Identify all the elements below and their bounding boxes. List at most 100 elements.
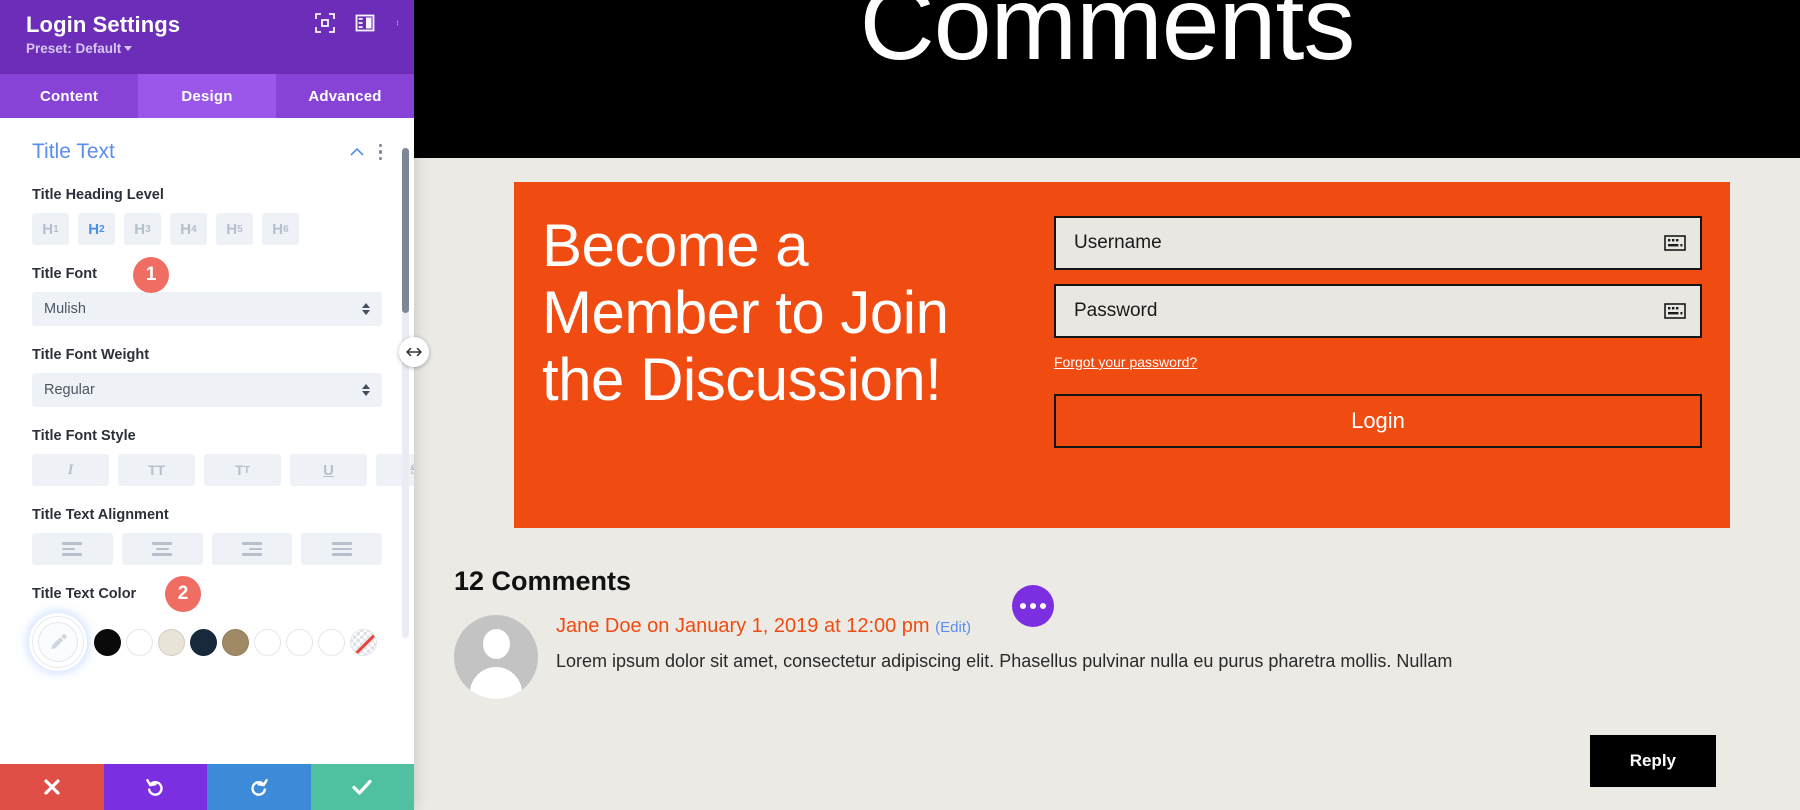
heading-level-h4[interactable]: H4: [170, 213, 207, 245]
fullscreen-icon[interactable]: [315, 13, 335, 33]
eyedropper-button[interactable]: [32, 616, 84, 668]
more-options-icon[interactable]: [395, 13, 400, 33]
color-swatch-cream[interactable]: [158, 628, 185, 656]
heading-level-h1[interactable]: H1: [32, 213, 69, 245]
title-font-weight-select[interactable]: Regular: [32, 373, 382, 407]
keyboard-icon: [1664, 235, 1686, 251]
chevron-up-icon[interactable]: [349, 144, 365, 160]
cancel-button[interactable]: [0, 764, 104, 810]
color-swatch-empty-3[interactable]: [318, 628, 345, 656]
redo-button[interactable]: [207, 764, 311, 810]
chevron-down-icon: [124, 46, 133, 51]
panel-preset-label: Preset: Default: [26, 41, 122, 56]
section-header-title-text[interactable]: Title Text: [32, 140, 382, 164]
smallcaps-icon[interactable]: TT: [204, 454, 281, 486]
comment-text: Lorem ipsum dolor sit amet, consectetur …: [556, 651, 1453, 671]
field-label-title-text-color: Title Text Color: [32, 586, 137, 602]
tab-design[interactable]: Design: [138, 74, 276, 118]
color-swatch-navy[interactable]: [190, 628, 217, 656]
field-label-heading-level: Title Heading Level: [32, 187, 164, 203]
title-font-select[interactable]: Mulish: [32, 292, 382, 326]
align-right-icon[interactable]: [211, 533, 293, 565]
comment-item: Jane Doe on January 1, 2019 at 12:00 pm …: [454, 585, 1800, 699]
panel-resize-handle[interactable]: [399, 337, 429, 367]
login-cta-module: Become a Member to Join the Discussion! …: [514, 182, 1730, 528]
comment-edit-link[interactable]: (Edit): [935, 619, 971, 636]
hero-title: Comments: [859, 0, 1356, 82]
field-label-title-text-alignment: Title Text Alignment: [32, 507, 169, 523]
align-justify-icon[interactable]: [301, 533, 382, 565]
cta-heading: Become a Member to Join the Discussion!: [542, 212, 949, 413]
chevron-updown-icon: [362, 384, 370, 396]
cta-text-column: Become a Member to Join the Discussion!: [542, 208, 1012, 413]
field-title-text-color: Title Text Color 2: [32, 576, 382, 668]
field-title-font-weight: Title Font Weight Regular: [32, 346, 382, 407]
uppercase-icon[interactable]: TT: [118, 454, 195, 486]
panel-body: Title Text Title Heading Level H1 H2 H3: [0, 118, 414, 764]
divi-builder-screen: Comments Become a Member to Join the Dis…: [0, 0, 1800, 810]
save-button[interactable]: [310, 764, 414, 810]
username-placeholder: Username: [1074, 232, 1162, 253]
field-label-title-font-style: Title Font Style: [32, 428, 136, 444]
panel-footer: [0, 764, 414, 810]
keyboard-icon: [1664, 303, 1686, 319]
login-form-column: Username Password Forgot your password? …: [1012, 208, 1702, 448]
login-button[interactable]: Login: [1054, 394, 1702, 448]
panel-tabs: Content Design Advanced: [0, 74, 414, 118]
step-badge-1: 1: [133, 257, 169, 293]
avatar: [454, 615, 538, 699]
vertical-dots-icon[interactable]: [378, 143, 382, 161]
module-settings-panel: Login Settings Preset: Default Content D…: [0, 0, 414, 810]
tab-content[interactable]: Content: [0, 74, 138, 118]
undo-icon: [146, 779, 163, 796]
underline-icon[interactable]: U: [290, 454, 367, 486]
font-style-options: I TT TT U S: [32, 454, 414, 486]
close-icon: [44, 779, 60, 795]
section-title: Title Text: [32, 140, 115, 163]
align-center-icon[interactable]: [121, 533, 203, 565]
tab-advanced[interactable]: Advanced: [276, 74, 414, 118]
undo-button[interactable]: [103, 764, 207, 810]
reply-button[interactable]: Reply: [1589, 735, 1716, 787]
panel-scrollbar[interactable]: [402, 148, 409, 638]
panel-header: Login Settings Preset: Default: [0, 0, 414, 74]
align-left-icon[interactable]: [32, 533, 113, 565]
color-swatch-tan[interactable]: [222, 628, 249, 656]
color-swatch-empty-2[interactable]: [286, 628, 313, 656]
no-color-icon[interactable]: [350, 628, 377, 656]
heading-level-h3[interactable]: H3: [124, 213, 161, 245]
comment-body: Jane Doe on January 1, 2019 at 12:00 pm …: [538, 585, 1800, 699]
heading-level-h6[interactable]: H6: [262, 213, 299, 245]
layout-toggle-icon[interactable]: [355, 13, 375, 33]
field-label-title-font: Title Font: [32, 266, 97, 282]
italic-icon[interactable]: I: [32, 454, 109, 486]
field-title-heading-level: Title Heading Level H1 H2 H3 H4 H5 H6: [32, 186, 382, 245]
page-preview-canvas: Comments Become a Member to Join the Dis…: [414, 0, 1800, 810]
comments-section: 12 Comments Jane Doe on January 1, 2019 …: [454, 566, 1800, 699]
color-swatch-white[interactable]: [126, 628, 153, 656]
eyedropper-icon: [51, 634, 67, 650]
color-swatch-black[interactable]: [94, 628, 121, 656]
password-placeholder: Password: [1074, 300, 1158, 321]
panel-preset-selector[interactable]: Preset: Default: [26, 41, 400, 56]
step-badge-2: 2: [165, 576, 201, 612]
horizontal-dots-icon[interactable]: [1012, 585, 1054, 627]
color-swatch-row: [32, 616, 382, 668]
chevron-updown-icon: [362, 303, 370, 315]
field-title-text-alignment: Title Text Alignment: [32, 506, 382, 565]
reply-button-wrap: Reply: [1589, 735, 1716, 787]
panel-header-icons: [315, 13, 400, 33]
heading-level-h2[interactable]: H2: [78, 213, 115, 245]
heading-level-h5[interactable]: H5: [216, 213, 253, 245]
field-title-font: Title Font 1 Mulish: [32, 257, 382, 326]
password-field[interactable]: Password: [1054, 284, 1702, 338]
username-field[interactable]: Username: [1054, 216, 1702, 270]
horizontal-resize-icon: [406, 347, 422, 357]
redo-icon: [251, 779, 268, 796]
comments-count-heading: 12 Comments: [454, 566, 632, 596]
field-label-title-font-weight: Title Font Weight: [32, 347, 150, 363]
hero-banner: Comments: [414, 0, 1800, 158]
check-icon: [352, 779, 372, 795]
color-swatch-empty-1[interactable]: [254, 628, 281, 656]
forgot-password-link[interactable]: Forgot your password?: [1054, 354, 1197, 370]
